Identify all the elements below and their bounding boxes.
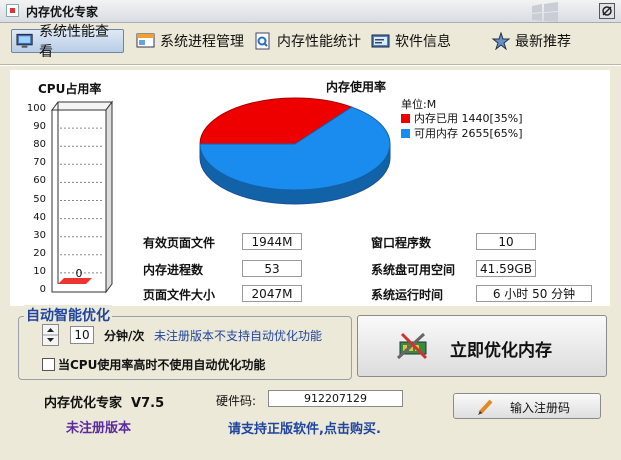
unregistered-label: 未注册版本 (66, 421, 132, 436)
process-count-label: 内存进程数 (143, 263, 204, 277)
info-icon (371, 34, 390, 48)
cpu-high-checkbox-label: 当CPU使用率高时不使用自动优化功能 (58, 358, 266, 372)
cpu-tick-label: 20 (33, 247, 46, 259)
auto-optimize-title: 自动智能优化 (24, 305, 112, 325)
unregistered-notice: 未注册版本不支持自动优化功能 (154, 329, 323, 343)
tab-latest-recommendations[interactable]: 最新推荐 (491, 29, 571, 53)
window-icon (136, 33, 155, 48)
tab-system-performance[interactable]: 系统性能查看 (11, 24, 124, 60)
tab-software-info[interactable]: 软件信息 (371, 29, 451, 53)
cpu-tick-label: 40 (33, 211, 46, 223)
hardware-code-field[interactable]: 912207129 (268, 390, 403, 407)
cpu-tick-label: 0 (39, 284, 46, 295)
uptime-label: 系统运行时间 (371, 288, 444, 302)
legend-used-label: 内存已用 1440[35%] (414, 112, 523, 125)
legend-free-label: 可用内存 2655[65%] (414, 127, 523, 140)
cpu-value-label: 0 (75, 267, 83, 280)
windows-logo-icon (532, 2, 558, 22)
cpu-tick-label: 30 (33, 229, 46, 241)
memory-pie-chart (199, 97, 391, 205)
disk-free-value: 41.59GB (476, 260, 536, 277)
optimize-memory-button[interactable]: 立即优化内存 (357, 315, 607, 377)
enter-register-code-button[interactable]: 输入注册码 (453, 393, 601, 419)
app-icon (6, 4, 19, 17)
spinner-arrows-icon (43, 328, 58, 342)
interval-spinner[interactable] (42, 324, 59, 346)
legend-used: 内存已用 1440[35%] (401, 110, 523, 126)
product-version: 内存优化专家 V7.5 (44, 396, 165, 411)
cpu-high-checkbox[interactable] (42, 358, 55, 371)
legend-swatch-used (401, 113, 410, 123)
cpu-tick-label: 90 (33, 121, 46, 133)
star-icon (491, 32, 511, 50)
enter-register-code-label: 输入注册码 (510, 401, 571, 415)
cpu-tick-label: 60 (33, 175, 46, 187)
pen-icon (478, 399, 493, 415)
tab-memory-stats[interactable]: 内存性能统计 (253, 29, 361, 53)
effective-pagefile-value: 1944M (242, 233, 302, 250)
tab-label: 系统进程管理 (160, 34, 244, 50)
interval-unit-label: 分钟/次 (104, 329, 145, 343)
tools-icon (396, 332, 428, 360)
window-count-label: 窗口程序数 (371, 236, 432, 250)
tab-label: 系统性能查看 (39, 24, 110, 60)
close-button[interactable] (599, 3, 615, 19)
legend-free: 可用内存 2655[65%] (401, 125, 523, 141)
legend-swatch-free (401, 128, 410, 138)
cpu-tick-label: 50 (33, 193, 46, 205)
tab-label: 最新推荐 (515, 34, 571, 50)
window-count-value: 10 (476, 233, 536, 250)
tab-process-manager[interactable]: 系统进程管理 (136, 29, 244, 53)
cpu-tick-label: 80 (33, 139, 46, 151)
document-icon (255, 32, 270, 50)
cpu-tick-label: 100 (26, 103, 46, 114)
uptime-value: 6 小时 50 分钟 (476, 285, 592, 302)
interval-input[interactable]: 10 (70, 326, 94, 344)
effective-pagefile-label: 有效页面文件 (143, 236, 216, 250)
tab-label: 软件信息 (395, 34, 451, 50)
hardware-code-label: 硬件码: (216, 394, 257, 408)
toolbar: 系统性能查看 系统进程管理 内存性能统计 软件信息 最新推荐 (0, 23, 621, 61)
title-bar: 内存优化专家 (0, 0, 621, 23)
monitor-icon (16, 33, 33, 48)
cpu-tick-label: 10 (33, 265, 46, 277)
optimize-memory-label: 立即优化内存 (450, 341, 552, 361)
buy-link[interactable]: 请支持正版软件,点击购买. (228, 418, 381, 437)
window-title: 内存优化专家 (26, 5, 99, 19)
close-icon (602, 6, 612, 16)
toolbar-separator (0, 64, 621, 66)
process-count-value: 53 (242, 260, 302, 277)
cpu-tick-label: 70 (33, 157, 46, 169)
cpu-high-checkbox-row[interactable]: 当CPU使用率高时不使用自动优化功能 (42, 356, 265, 373)
tab-label: 内存性能统计 (277, 34, 361, 50)
cpu-title: CPU占用率 (38, 82, 102, 96)
pagefile-size-value: 2047M (242, 285, 302, 302)
pagefile-size-label: 页面文件大小 (143, 288, 216, 302)
disk-free-label: 系统盘可用空间 (371, 263, 456, 277)
